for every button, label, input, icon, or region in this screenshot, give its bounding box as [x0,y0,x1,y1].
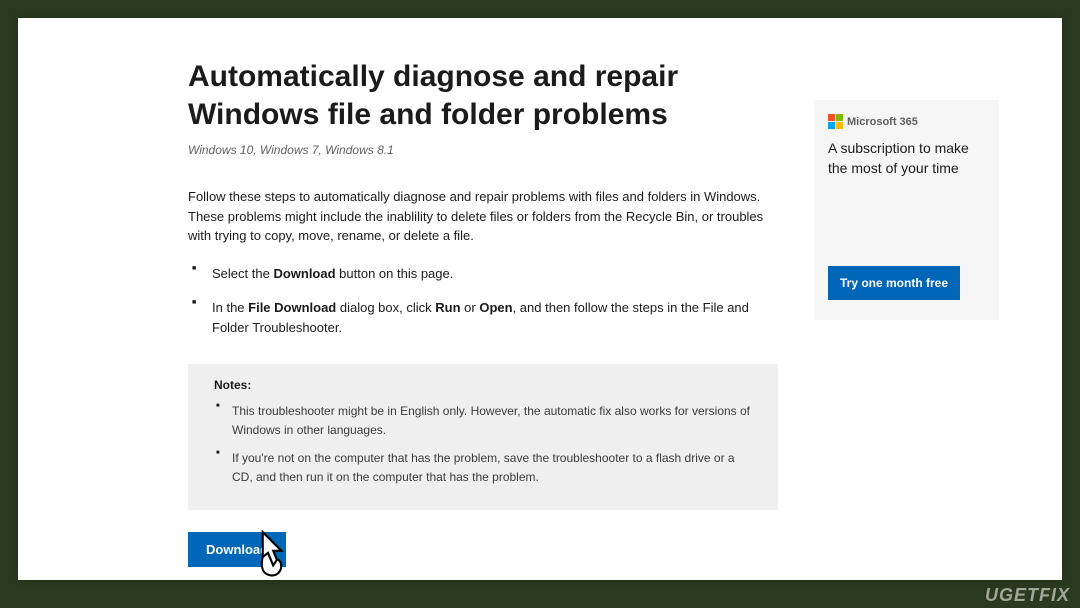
ugetfix-watermark: UGETFIX [985,585,1070,606]
step-item: Select the Download button on this page. [212,264,778,284]
notes-box: Notes: This troubleshooter might be in E… [188,364,778,510]
note-item: If you're not on the computer that has t… [232,449,752,486]
microsoft-logo-icon [828,114,843,129]
promo-sidebar: Microsoft 365 A subscription to make the… [814,100,999,320]
notes-title: Notes: [214,378,752,392]
note-item: This troubleshooter might be in English … [232,402,752,439]
article-main: Automatically diagnose and repair Window… [188,58,778,567]
content-row: Automatically diagnose and repair Window… [18,58,1062,567]
page-title: Automatically diagnose and repair Window… [188,58,778,133]
download-button[interactable]: Download [188,532,286,567]
microsoft-365-logo-text: Microsoft 365 [847,116,918,128]
steps-list: Select the Download button on this page.… [188,264,778,338]
applies-to-text: Windows 10, Windows 7, Windows 8.1 [188,143,778,157]
promo-message: A subscription to make the most of your … [828,139,985,266]
try-free-button[interactable]: Try one month free [828,266,960,300]
support-article-page: Automatically diagnose and repair Window… [18,18,1062,580]
notes-list: This troubleshooter might be in English … [214,402,752,486]
microsoft-365-logo: Microsoft 365 [828,114,985,129]
step-item: In the File Download dialog box, click R… [212,298,778,338]
intro-paragraph: Follow these steps to automatically diag… [188,187,778,246]
